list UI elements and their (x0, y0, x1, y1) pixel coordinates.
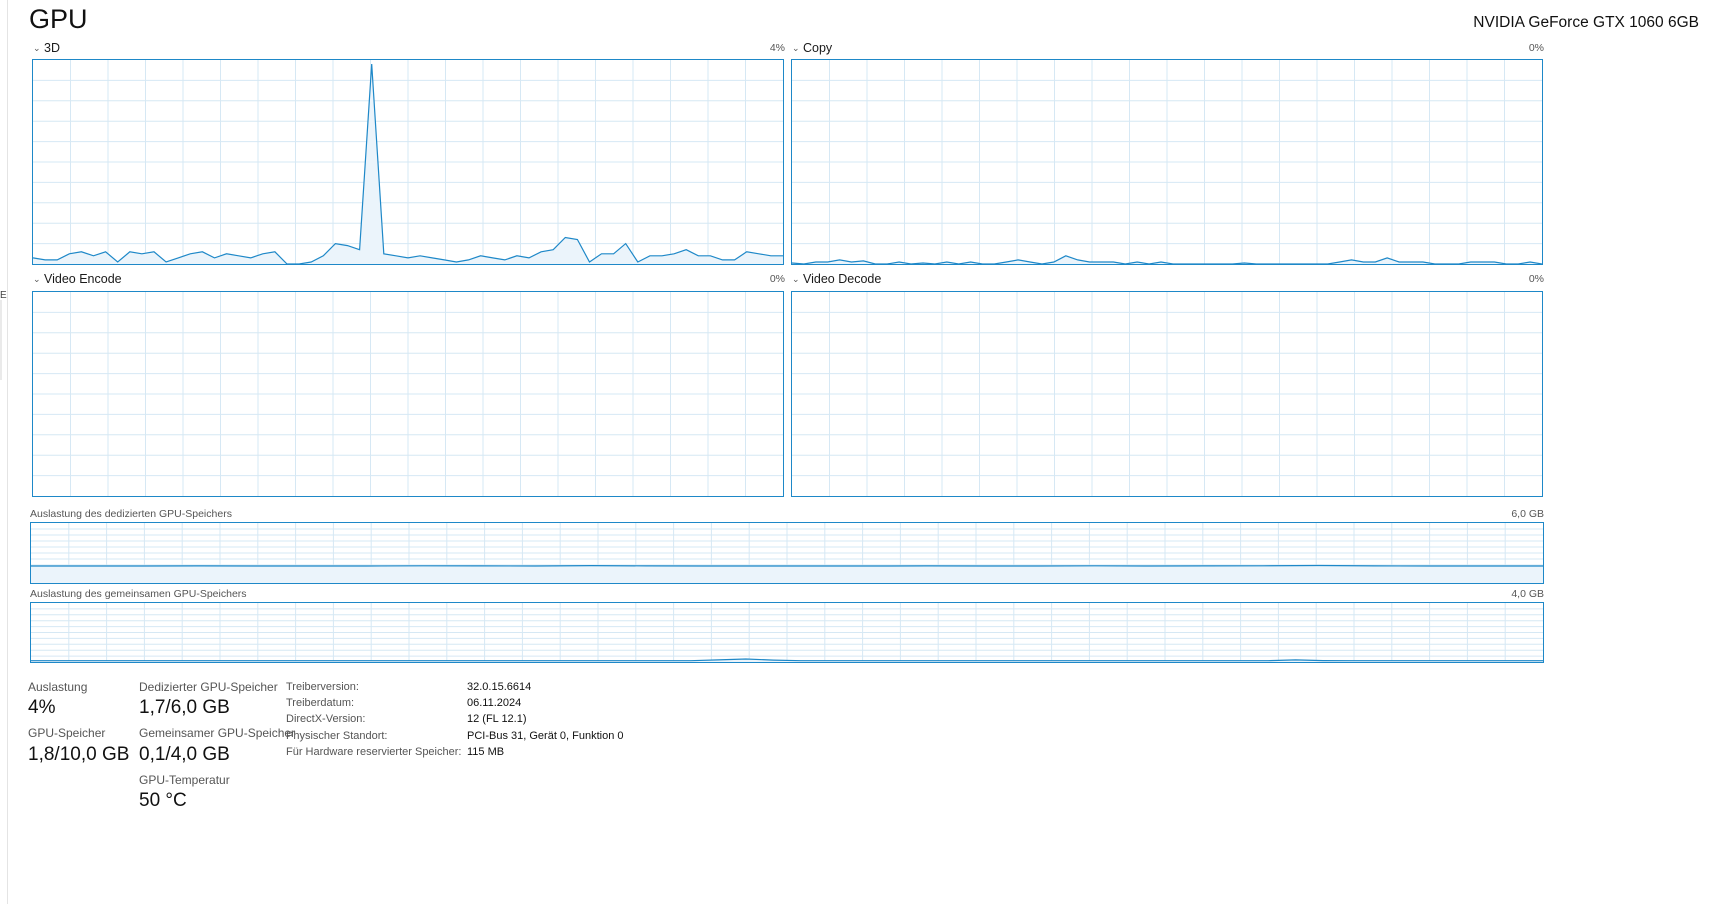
graph-video-decode (791, 291, 1543, 497)
shared-memory-max: 4,0 GB (1511, 588, 1544, 600)
gpu-memory-value: 1,8/10,0 GB (28, 744, 130, 765)
engine-label: 3D (44, 41, 60, 55)
graph-dedicated-memory (30, 522, 1544, 584)
graph-video-encode (32, 291, 784, 497)
graph-video-decode-svg (792, 292, 1542, 496)
driver-version-value: 32.0.15.6614 (467, 681, 532, 693)
gpu-temperature-value: 50 °C (139, 790, 187, 811)
graph-3d-svg (33, 60, 783, 264)
engine-percent: 0% (1528, 42, 1544, 54)
dedicated-memory-value: 1,7/6,0 GB (139, 697, 230, 718)
shared-memory-value: 0,1/4,0 GB (139, 744, 230, 765)
engine-selector-video-decode[interactable]: ⌄ Video Decode (792, 272, 881, 286)
driver-date-value: 06.11.2024 (467, 697, 522, 709)
utilization-value: 4% (28, 697, 56, 718)
chevron-down-icon: ⌄ (792, 43, 800, 53)
graph-dedicated-memory-area (31, 565, 1543, 583)
reserved-memory-key: Für Hardware reservierter Speicher: (286, 746, 462, 758)
engine-label: Copy (803, 41, 833, 55)
graph-video-encode-svg (33, 292, 783, 496)
gpu-memory-label: GPU-Speicher (28, 726, 106, 740)
utilization-label: Auslastung (28, 680, 88, 694)
engine-selector-video-encode[interactable]: ⌄ Video Encode (33, 272, 122, 286)
shared-memory-graph-label: Auslastung des gemeinsamen GPU-Speichers (30, 588, 247, 600)
driver-version-key: Treiberversion: (286, 681, 359, 693)
engine-selector-3d[interactable]: ⌄ 3D (33, 41, 60, 55)
physical-location-value: PCI-Bus 31, Gerät 0, Funktion 0 (467, 730, 624, 742)
graph-3d (32, 59, 784, 265)
gpu-temperature-label: GPU-Temperatur (139, 773, 230, 787)
engine-percent: 0% (1528, 273, 1544, 285)
dedicated-memory-graph-label: Auslastung des dedizierten GPU-Speichers (30, 508, 232, 520)
dedicated-memory-max: 6,0 GB (1511, 508, 1544, 520)
reserved-memory-value: 115 MB (467, 746, 505, 758)
engine-percent: 0% (769, 273, 785, 285)
chevron-down-icon: ⌄ (33, 274, 41, 284)
sidebar-edge: E (0, 0, 8, 904)
directx-version-key: DirectX-Version: (286, 713, 366, 725)
page-title: GPU (29, 4, 88, 34)
chevron-down-icon: ⌄ (792, 274, 800, 284)
engine-label: Video Encode (44, 272, 122, 286)
shared-memory-label: Gemeinsamer GPU-Speicher (139, 726, 296, 740)
graph-copy-svg (792, 60, 1542, 264)
chevron-down-icon: ⌄ (33, 43, 41, 53)
sidebar-selection (0, 300, 2, 380)
engine-label: Video Decode (803, 272, 882, 286)
graph-copy (791, 59, 1543, 265)
driver-date-key: Treiberdatum: (286, 697, 355, 709)
physical-location-key: Physischer Standort: (286, 730, 388, 742)
directx-version-value: 12 (FL 12.1) (467, 713, 527, 725)
engine-selector-copy[interactable]: ⌄ Copy (792, 41, 832, 55)
graph-shared-memory (30, 602, 1544, 663)
graph-shared-memory-svg (31, 603, 1543, 662)
graph-dedicated-memory-svg (31, 523, 1543, 583)
device-name: NVIDIA GeForce GTX 1060 6GB (1473, 14, 1699, 31)
graph-dedicated-memory-line (31, 564, 1543, 567)
dedicated-memory-label: Dedizierter GPU-Speicher (139, 680, 278, 694)
engine-percent: 4% (769, 42, 785, 54)
